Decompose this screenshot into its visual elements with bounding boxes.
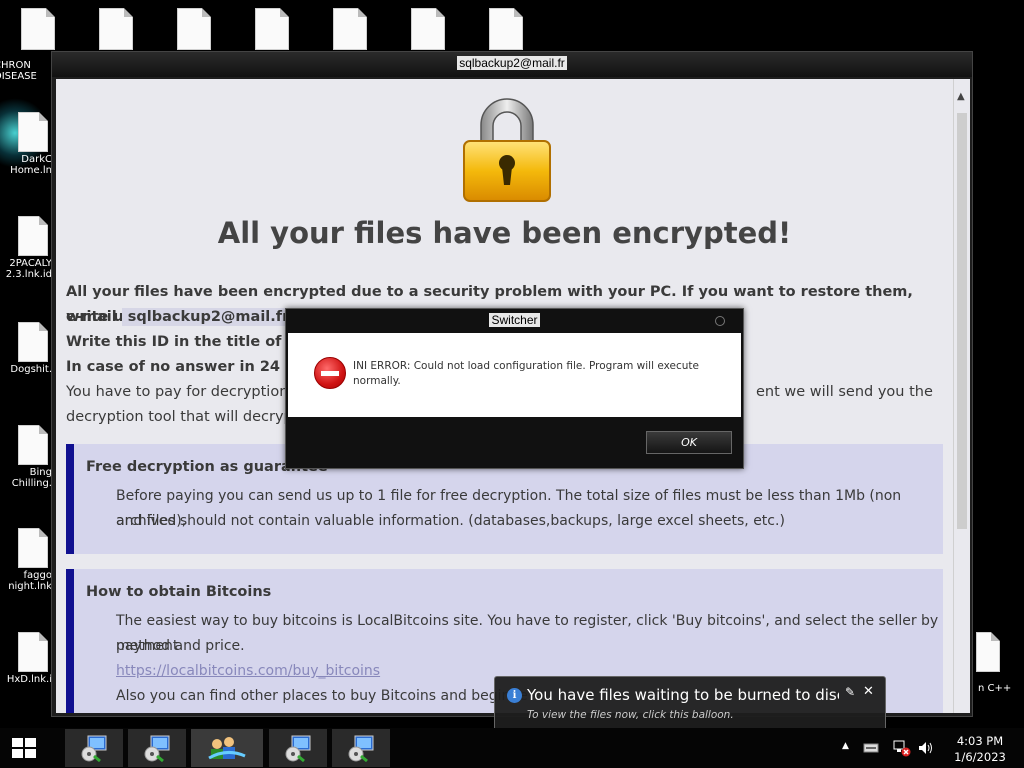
taskbar-clock[interactable]: 4:03 PM 1/6/2023 [948, 733, 1012, 765]
desktop-icon-label: Dogshit. [10, 364, 52, 375]
volume-icon[interactable] [917, 739, 935, 760]
desktop-file-icon[interactable] [320, 8, 380, 50]
free-decryption-line-2: and files should not contain valuable in… [116, 513, 785, 529]
installer-icon [144, 735, 170, 762]
installer-icon [285, 735, 311, 762]
dialog-titlebar[interactable]: Switcher [286, 309, 743, 333]
desktop-file-icon[interactable] [242, 8, 302, 50]
desktop: CHRON DISEASE DarkC Home.ln 2PACALY 2.3.… [0, 0, 1024, 728]
desktop-icon-label: DarkC Home.ln [10, 154, 52, 176]
desktop-file-icon[interactable] [164, 8, 224, 50]
pay-line-start: You have to pay for decryption in [66, 384, 307, 400]
dialog-body: INI ERROR: Could not load configuration … [288, 333, 741, 417]
show-hidden-icons-icon[interactable]: ▲ [842, 741, 849, 751]
desktop-icon-label: HxD.lnk.i [6, 674, 52, 685]
network-error-icon[interactable] [893, 739, 911, 760]
window-title: sqlbackup2@mail.fr [457, 56, 567, 70]
desktop-icon-darkc[interactable]: DarkC Home.ln [0, 112, 52, 176]
taskbar-app-network-users[interactable] [191, 729, 263, 767]
network-users-icon [208, 737, 246, 760]
desktop-icon-label: Bing Chilling. [11, 467, 52, 489]
scrollbar-thumb[interactable] [957, 113, 967, 529]
balloon-close-icon[interactable]: ✕ [863, 684, 874, 699]
desktop-icon-hxd[interactable]: HxD.lnk.i [0, 632, 52, 685]
desktop-icon-faggo[interactable]: faggo night.lnk [0, 528, 52, 592]
error-icon [314, 357, 346, 389]
windows-logo-icon [12, 738, 23, 747]
notification-balloon[interactable]: i You have files waiting to be burned to… [494, 676, 886, 728]
desktop-icon-label: faggo night.lnk [8, 570, 52, 592]
desktop-file-icon[interactable] [8, 8, 68, 50]
desktop-icon-2pacaly[interactable]: 2PACALY 2.3.lnk.id [0, 216, 52, 280]
desktop-file-icon[interactable] [398, 8, 458, 50]
installer-icon [81, 735, 107, 762]
desktop-icon-label: 2PACALY 2.3.lnk.id [5, 258, 52, 280]
ok-button[interactable]: OK [646, 431, 732, 454]
taskbar-app-setup-4[interactable] [332, 729, 390, 767]
installer-icon [348, 735, 374, 762]
email-prefix: e-mail [66, 309, 117, 325]
bitcoin-title: How to obtain Bitcoins [86, 584, 272, 600]
desktop-icon-bing[interactable]: Bing Chilling. [0, 425, 52, 489]
taskbar-app-setup-2[interactable] [128, 729, 186, 767]
info-icon: i [507, 688, 522, 703]
desktop-icon-label: CHRON DISEASE [0, 60, 37, 82]
contact-email[interactable]: sqlbackup2@mail.fr [121, 308, 296, 326]
window-titlebar[interactable]: sqlbackup2@mail.fr [52, 52, 972, 77]
page-title: All your files have been encrypted! [217, 216, 792, 250]
error-dialog[interactable]: Switcher INI ERROR: Could not load confi… [285, 308, 744, 469]
taskbar-app-setup-1[interactable] [65, 729, 123, 767]
dialog-close-icon[interactable] [715, 316, 725, 326]
taskbar-app-setup-3[interactable] [269, 729, 327, 767]
desktop-file-icon[interactable] [476, 8, 536, 50]
bitcoin-line-2: method and price. [116, 638, 245, 654]
desktop-icon-label: n C++ [978, 683, 1012, 694]
balloon-settings-icon[interactable]: ✎ [845, 685, 855, 699]
dialog-message: INI ERROR: Could not load configuration … [353, 360, 699, 387]
balloon-subtitle: To view the files now, click this balloo… [527, 709, 734, 721]
clock-date: 1/6/2023 [954, 750, 1006, 764]
start-button[interactable] [12, 738, 38, 760]
pay-line-end: ent we will send you the [756, 384, 933, 400]
taskbar: ▲ 4:03 PM 1/6/2023 [0, 728, 1024, 768]
clock-time: 4:03 PM [956, 734, 1004, 748]
localbitcoins-link[interactable]: https://localbitcoins.com/buy_bitcoins [116, 663, 380, 679]
dialog-title: Switcher [489, 313, 540, 327]
scroll-up-icon[interactable]: ▲ [957, 91, 965, 102]
desktop-icon-chron[interactable]: CHRON DISEASE [0, 58, 54, 82]
vertical-scrollbar[interactable]: ▲ [953, 79, 970, 713]
balloon-title: You have files waiting to be burned to d… [527, 686, 839, 704]
desktop-file-icon[interactable] [86, 8, 146, 50]
disc-burn-tray-icon[interactable] [862, 738, 880, 759]
desktop-icon-dogshit[interactable]: Dogshit. [0, 322, 52, 375]
padlock-icon [463, 98, 551, 202]
